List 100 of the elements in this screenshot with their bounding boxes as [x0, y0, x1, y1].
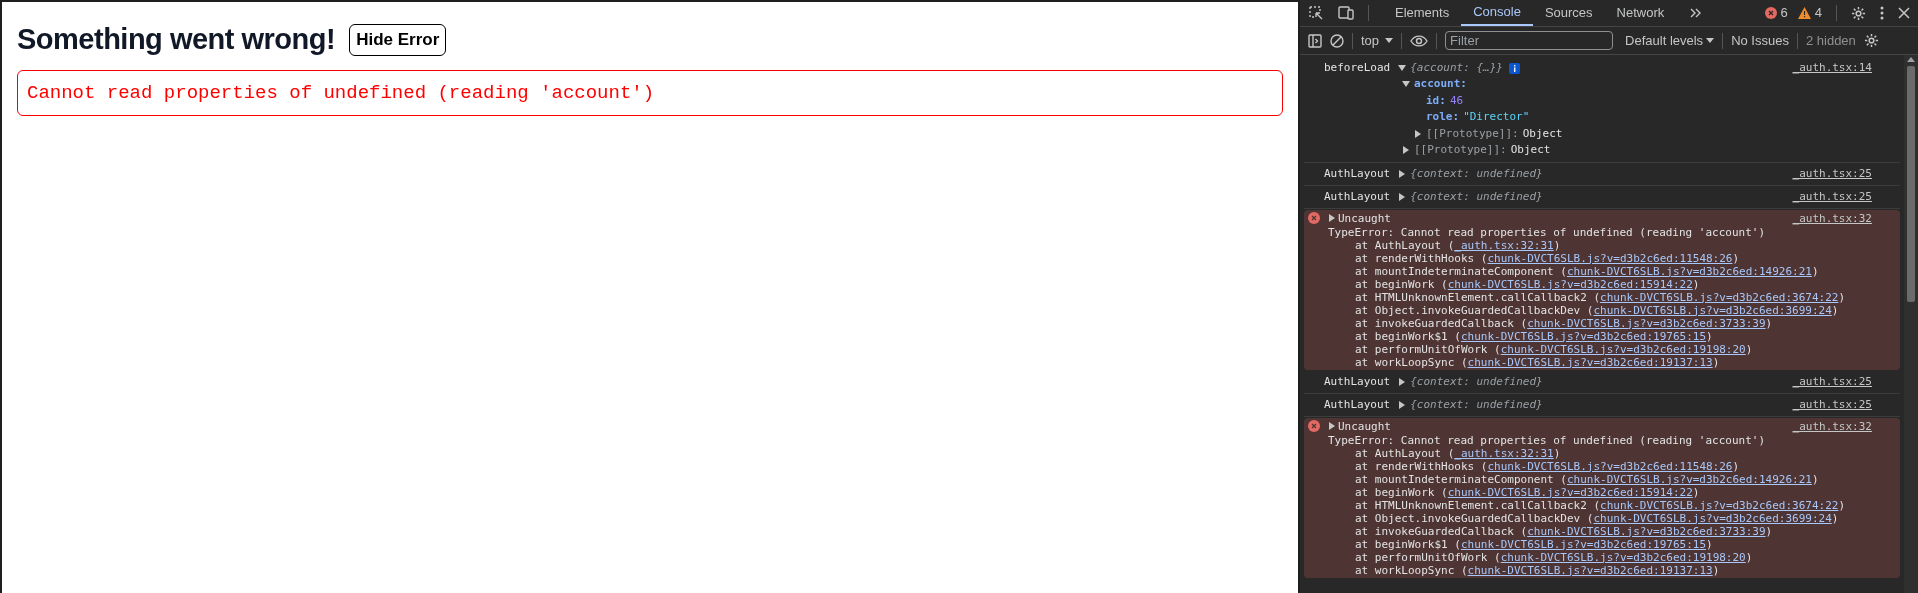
property-value: 46: [1449, 92, 1464, 109]
object-preview: {context: undefined}: [1410, 373, 1543, 390]
stack-link[interactable]: chunk-DVCT6SLB.js?v=d3b2c6ed:3674:22: [1600, 498, 1839, 512]
stack-link[interactable]: chunk-DVCT6SLB.js?v=d3b2c6ed:14926:21: [1566, 472, 1812, 486]
object-preview: {account: {…}}: [1410, 60, 1503, 76]
issues-button[interactable]: No Issues: [1731, 30, 1789, 51]
log-label: AuthLayout: [1324, 373, 1391, 390]
stack-frame: at Object.invokeGuardedCallbackDev (chunk-DVCT6SLB.js?v=d3b2c6ed:3699:24): [1308, 303, 1872, 317]
stack-frame: at Object.invokeGuardedCallbackDev (chunk-DVCT6SLB.js?v=d3b2c6ed:3699:24): [1308, 511, 1872, 525]
stack-link[interactable]: chunk-DVCT6SLB.js?v=d3b2c6ed:11548:26: [1487, 251, 1733, 265]
stack-link[interactable]: chunk-DVCT6SLB.js?v=d3b2c6ed:19765:15: [1460, 329, 1706, 343]
source-link[interactable]: _auth.tsx:25: [1792, 165, 1872, 182]
collapsed-triangle-icon[interactable]: [1402, 146, 1410, 155]
stack-link[interactable]: chunk-DVCT6SLB.js?v=d3b2c6ed:15914:22: [1447, 277, 1693, 291]
stack-link[interactable]: _auth.tsx:32:31: [1454, 238, 1554, 252]
error-heading: Something went wrong!: [17, 22, 336, 57]
collapsed-triangle-icon[interactable]: [1328, 422, 1336, 430]
property-key: role:: [1426, 109, 1460, 126]
stack-frame: at mountIndeterminateComponent (chunk-DVCT6SLB.js?v=d3b2c6ed:14926:21): [1308, 472, 1872, 486]
log-label: AuthLayout: [1324, 165, 1391, 182]
error-title: Uncaught: [1338, 211, 1392, 225]
property-value: Object: [1510, 142, 1551, 159]
stack-frame: at AuthLayout (_auth.tsx:32:31): [1308, 238, 1872, 252]
stack-frame: at beginWork (chunk-DVCT6SLB.js?v=d3b2c6ed:15914:22): [1308, 485, 1872, 499]
stack-link[interactable]: chunk-DVCT6SLB.js?v=d3b2c6ed:15914:22: [1447, 485, 1693, 499]
collapsed-triangle-icon[interactable]: [1398, 400, 1407, 409]
stack-link[interactable]: chunk-DVCT6SLB.js?v=d3b2c6ed:14926:21: [1566, 264, 1812, 278]
property-key: [[Prototype]]:: [1414, 142, 1507, 159]
warning-icon: [1797, 7, 1811, 19]
log-levels-dropdown[interactable]: Default levels: [1625, 30, 1715, 51]
collapsed-triangle-icon[interactable]: [1328, 214, 1336, 222]
error-message-box: Cannot read properties of undefined (reading 'account'): [17, 69, 1283, 116]
expanded-triangle-icon[interactable]: [1402, 80, 1410, 89]
stack-frame: at workLoopSync (chunk-DVCT6SLB.js?v=d3b2c6ed:19137:13): [1308, 355, 1872, 369]
object-preview: {context: undefined}: [1410, 396, 1543, 413]
close-icon[interactable]: [1898, 7, 1910, 19]
filter-field[interactable]: Filter: [1445, 31, 1614, 50]
error-text: TypeError: Cannot read properties of undefined (reading 'account'): [1327, 433, 1767, 447]
collapsed-triangle-icon[interactable]: [1414, 129, 1422, 138]
settings-icon[interactable]: [1863, 33, 1879, 48]
stack-link[interactable]: chunk-DVCT6SLB.js?v=d3b2c6ed:11548:26: [1487, 459, 1733, 473]
stack-frame: at HTMLUnknownElement.callCallback2 (chunk-DVCT6SLB.js?v=d3b2c6ed:3674:22): [1308, 290, 1872, 304]
collapsed-triangle-icon[interactable]: [1398, 169, 1407, 178]
stack-frame: at beginWork$1 (chunk-DVCT6SLB.js?v=d3b2c6ed:19765:15): [1308, 537, 1872, 551]
stack-link[interactable]: chunk-DVCT6SLB.js?v=d3b2c6ed:19198:20: [1500, 342, 1746, 356]
error-icon: [1308, 420, 1320, 432]
caret-icon: [1385, 38, 1394, 43]
source-link[interactable]: _auth.tsx:25: [1792, 188, 1872, 205]
collapsed-triangle-icon[interactable]: [1398, 192, 1407, 201]
clear-console-icon[interactable]: [1330, 33, 1344, 48]
more-options-icon[interactable]: [1880, 6, 1884, 20]
inspect-icon[interactable]: [1308, 5, 1324, 21]
stack-link[interactable]: chunk-DVCT6SLB.js?v=d3b2c6ed:3733:39: [1527, 524, 1766, 538]
scrollbar-thumb[interactable]: [1907, 66, 1915, 302]
scroll-up-icon[interactable]: [1907, 57, 1915, 62]
log-label: beforeLoad: [1324, 60, 1391, 76]
error-icon: [1308, 212, 1320, 224]
stack-link[interactable]: chunk-DVCT6SLB.js?v=d3b2c6ed:3733:39: [1527, 316, 1766, 330]
device-toolbar-icon[interactable]: [1338, 6, 1354, 20]
source-link[interactable]: _auth.tsx:25: [1792, 396, 1872, 413]
stack-link[interactable]: chunk-DVCT6SLB.js?v=d3b2c6ed:19198:20: [1500, 550, 1746, 564]
object-preview: {context: undefined}: [1410, 165, 1543, 182]
hidden-count: 2 hidden: [1805, 31, 1856, 50]
expanded-triangle-icon[interactable]: [1398, 64, 1407, 72]
stack-frame: at invokeGuardedCallback (chunk-DVCT6SLB.js?v=d3b2c6ed:3733:39): [1308, 524, 1872, 538]
stack-link[interactable]: chunk-DVCT6SLB.js?v=d3b2c6ed:19765:15: [1460, 537, 1706, 551]
stack-link[interactable]: chunk-DVCT6SLB.js?v=d3b2c6ed:3699:24: [1593, 303, 1832, 317]
stack-frame: at invokeGuardedCallback (chunk-DVCT6SLB.js?v=d3b2c6ed:3733:39): [1308, 316, 1872, 330]
source-link[interactable]: _auth.tsx:32: [1792, 419, 1872, 433]
stack-frame: at beginWork (chunk-DVCT6SLB.js?v=d3b2c6ed:15914:22): [1308, 277, 1872, 291]
stack-frame: at HTMLUnknownElement.callCallback2 (chunk-DVCT6SLB.js?v=d3b2c6ed:3674:22): [1308, 498, 1872, 512]
error-count: 6: [1780, 4, 1788, 23]
stack-link[interactable]: chunk-DVCT6SLB.js?v=d3b2c6ed:19137:13: [1467, 355, 1713, 369]
devtools-tab[interactable]: Network: [1604, 0, 1677, 26]
stack-link[interactable]: chunk-DVCT6SLB.js?v=d3b2c6ed:3674:22: [1600, 290, 1839, 304]
property-value: "Director": [1463, 109, 1530, 126]
stack-link[interactable]: _auth.tsx:32:31: [1454, 446, 1554, 460]
devtools-tab[interactable]: Console: [1461, 0, 1533, 26]
source-link[interactable]: _auth.tsx:25: [1792, 373, 1872, 390]
collapsed-triangle-icon[interactable]: [1398, 377, 1407, 386]
devtools-tab[interactable]: Elements: [1383, 0, 1462, 26]
property-key: account:: [1414, 76, 1467, 93]
sidebar-toggle-icon[interactable]: [1308, 33, 1322, 48]
warning-count: 4: [1814, 4, 1822, 23]
source-link[interactable]: _auth.tsx:32: [1792, 211, 1872, 225]
stack-frame: at AuthLayout (_auth.tsx:32:31): [1308, 446, 1872, 460]
error-icon: [1764, 7, 1777, 19]
more-tabs-icon[interactable]: [1690, 8, 1703, 18]
stack-frame: at performUnitOfWork (chunk-DVCT6SLB.js?v=d3b2c6ed:19198:20): [1308, 550, 1872, 564]
devtools-tab[interactable]: Sources: [1532, 0, 1605, 26]
source-link[interactable]: _auth.tsx:14: [1792, 60, 1872, 76]
stack-link[interactable]: chunk-DVCT6SLB.js?v=d3b2c6ed:3699:24: [1593, 511, 1832, 525]
settings-icon[interactable]: [1851, 5, 1866, 21]
property-value: Object: [1522, 125, 1563, 142]
stack-link[interactable]: chunk-DVCT6SLB.js?v=d3b2c6ed:19137:13: [1467, 563, 1713, 577]
stack-frame: at workLoopSync (chunk-DVCT6SLB.js?v=d3b2c6ed:19137:13): [1308, 563, 1872, 577]
hide-error-button[interactable]: Hide Error: [349, 23, 447, 56]
error-text: TypeError: Cannot read properties of undefined (reading 'account'): [1327, 225, 1767, 239]
context-dropdown[interactable]: top: [1361, 30, 1394, 51]
eye-icon[interactable]: [1410, 34, 1429, 47]
